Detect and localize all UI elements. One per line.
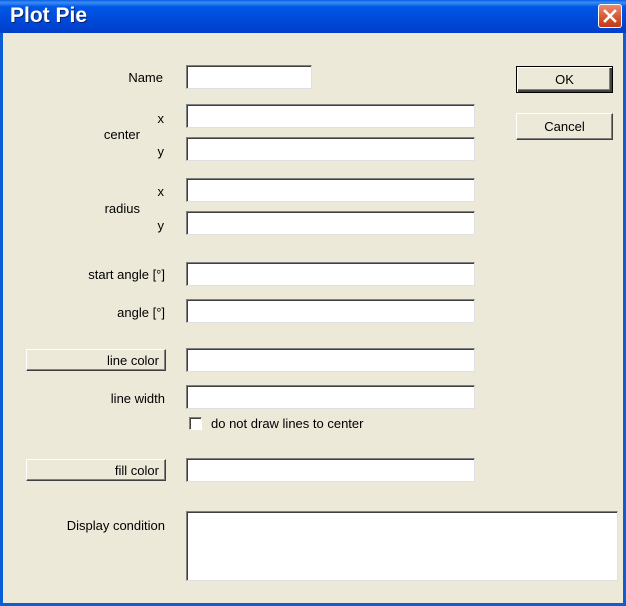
fill-color-input[interactable] xyxy=(186,458,475,482)
ok-button[interactable]: OK xyxy=(516,66,613,93)
start-angle-label: start angle [°] xyxy=(88,267,165,282)
window-title: Plot Pie xyxy=(10,4,88,27)
center-label: center xyxy=(103,127,140,142)
line-width-input[interactable] xyxy=(186,385,475,409)
no-center-lines-checkbox[interactable] xyxy=(189,417,202,430)
center-x-input[interactable] xyxy=(186,104,475,128)
close-icon xyxy=(603,9,617,23)
center-x-label: x xyxy=(157,111,165,126)
cancel-button[interactable]: Cancel xyxy=(516,113,613,140)
no-center-lines-label: do not draw lines to center xyxy=(211,416,364,431)
radius-y-label: y xyxy=(157,218,165,233)
display-condition-label: Display condition xyxy=(66,518,165,533)
plot-pie-dialog: Plot Pie Name center x y radius x y star… xyxy=(0,0,626,606)
close-button[interactable] xyxy=(598,4,622,28)
title-bar[interactable]: Plot Pie xyxy=(0,0,626,33)
radius-label: radius xyxy=(104,201,140,216)
display-condition-input[interactable] xyxy=(186,511,618,581)
start-angle-input[interactable] xyxy=(186,262,475,286)
name-input[interactable] xyxy=(186,65,312,89)
fill-color-button[interactable]: fill color xyxy=(26,459,166,481)
center-y-label: y xyxy=(157,144,165,159)
center-y-input[interactable] xyxy=(186,137,475,161)
line-width-label: line width xyxy=(110,391,165,406)
name-label: Name xyxy=(128,70,163,85)
radius-y-input[interactable] xyxy=(186,211,475,235)
line-color-input[interactable] xyxy=(186,348,475,372)
line-color-button[interactable]: line color xyxy=(26,349,166,371)
angle-input[interactable] xyxy=(186,299,475,323)
radius-x-label: x xyxy=(157,184,165,199)
angle-label: angle [°] xyxy=(117,305,165,320)
radius-x-input[interactable] xyxy=(186,178,475,202)
